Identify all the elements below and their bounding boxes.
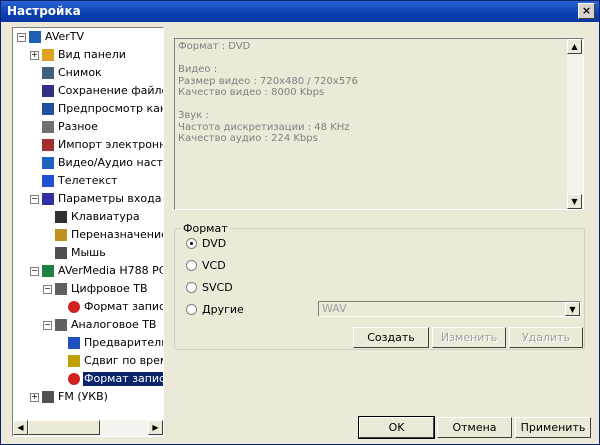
preview-icon — [68, 337, 80, 349]
title-bar[interactable]: Настройка × — [1, 1, 599, 22]
tree-item-label: Снимок — [58, 66, 102, 79]
tree-item-label: Переназначение пульт — [71, 228, 163, 241]
scroll-down-icon[interactable]: ▼ — [567, 194, 582, 209]
tree-item-label: Формат записи — [81, 371, 163, 387]
collapse-icon[interactable]: − — [43, 321, 52, 330]
record-icon — [68, 301, 80, 313]
radio-dot-icon[interactable] — [186, 260, 197, 271]
format-info-box: Формат : DVD Видео : Размер видео : 720x… — [174, 38, 584, 210]
tree-item-label: Цифровое ТВ — [71, 282, 148, 295]
digital-tv-icon — [55, 283, 67, 295]
cancel-button[interactable]: Отмена — [437, 417, 512, 438]
delete-button[interactable]: Удалить — [509, 327, 583, 348]
scroll-thumb[interactable] — [28, 420, 100, 435]
mouse-icon — [55, 247, 67, 259]
tree-item-label: Вид панели — [58, 48, 126, 61]
radio-icon — [42, 391, 54, 403]
collapse-icon[interactable]: − — [43, 285, 52, 294]
expand-icon[interactable]: + — [30, 51, 39, 60]
format-group-title: Формат — [181, 222, 230, 235]
info-vertical-scrollbar[interactable]: ▲ ▼ — [567, 39, 583, 209]
scroll-right-icon[interactable]: ▶ — [148, 420, 163, 435]
create-button[interactable]: Создать — [353, 327, 429, 348]
snapshot-icon — [42, 67, 54, 79]
tree-item-label: AVerMedia H788 PCIe Hybri — [58, 264, 163, 277]
panel-view-icon — [42, 49, 54, 61]
tree-item-label: Формат записи — [84, 300, 163, 313]
tree-item-label: Видео/Аудио настройки — [58, 156, 163, 169]
eye-icon — [42, 103, 54, 115]
remote-icon — [55, 229, 67, 241]
change-button[interactable]: Изменить — [432, 327, 506, 348]
radio-dot-icon[interactable] — [186, 282, 197, 293]
tree-item-label: Импорт электронной прог — [58, 138, 163, 151]
save-icon — [42, 85, 54, 97]
tree-item-label: Мышь — [71, 246, 106, 259]
radio-label: SVCD — [202, 281, 233, 294]
radio-label: VCD — [202, 259, 226, 272]
tree-item-label: Аналоговое ТВ — [71, 318, 157, 331]
tree-item-label: Предварительный — [84, 336, 163, 349]
collapse-icon[interactable]: − — [30, 267, 39, 276]
import-icon — [42, 139, 54, 151]
combo-value: WAV — [322, 302, 347, 315]
tree-items: − AVerTV + Вид панели Снимок Сохранение файло… — [13, 28, 163, 418]
chevron-down-icon[interactable]: ▼ — [565, 302, 580, 316]
window-title: Настройка — [7, 4, 81, 18]
tree-item-label: Сдвиг по времени — [84, 354, 163, 367]
close-button[interactable]: × — [578, 3, 595, 19]
scroll-up-icon[interactable]: ▲ — [567, 39, 582, 54]
app-icon — [29, 31, 41, 43]
scroll-left-icon[interactable]: ◀ — [13, 420, 28, 435]
keyboard-icon — [55, 211, 67, 223]
settings-tree[interactable]: − AVerTV + Вид панели Снимок Сохранение файло… — [12, 27, 164, 437]
misc-icon — [42, 121, 54, 133]
apply-button[interactable]: Применить — [515, 417, 591, 438]
tree-item-label: Предпросмотр каналов — [58, 102, 163, 115]
other-format-combo[interactable]: WAV ▼ — [318, 301, 581, 317]
radio-label: Другие — [202, 303, 244, 316]
tools-icon — [42, 157, 54, 169]
tree-item-label: Разное — [58, 120, 98, 133]
tree-item-label: Клавиатура — [71, 210, 140, 223]
ok-button[interactable]: OK — [358, 416, 435, 439]
tree-horizontal-scrollbar[interactable]: ◀ ▶ — [13, 420, 163, 436]
collapse-icon[interactable]: − — [17, 33, 26, 42]
analog-tv-icon — [55, 319, 67, 331]
tree-item-label: AVerTV — [45, 30, 85, 43]
tv-card-icon — [42, 265, 54, 277]
input-params-icon — [42, 193, 54, 205]
tree-item-label: Сохранение файлов — [58, 84, 163, 97]
timeshift-icon — [68, 355, 80, 367]
record-icon — [68, 373, 80, 385]
tree-item-label: FM (УКВ) — [58, 390, 108, 403]
tree-item-label: Телетекст — [58, 174, 118, 187]
expand-icon[interactable]: + — [30, 393, 39, 402]
radio-label: DVD — [202, 237, 227, 250]
radio-dot-icon[interactable] — [186, 304, 197, 315]
format-info-text: Формат : DVD Видео : Размер видео : 720x… — [178, 41, 358, 144]
collapse-icon[interactable]: − — [30, 195, 39, 204]
tree-item-label: Параметры входа — [58, 192, 162, 205]
teletext-icon — [42, 175, 54, 187]
radio-dot-icon[interactable] — [186, 238, 197, 249]
